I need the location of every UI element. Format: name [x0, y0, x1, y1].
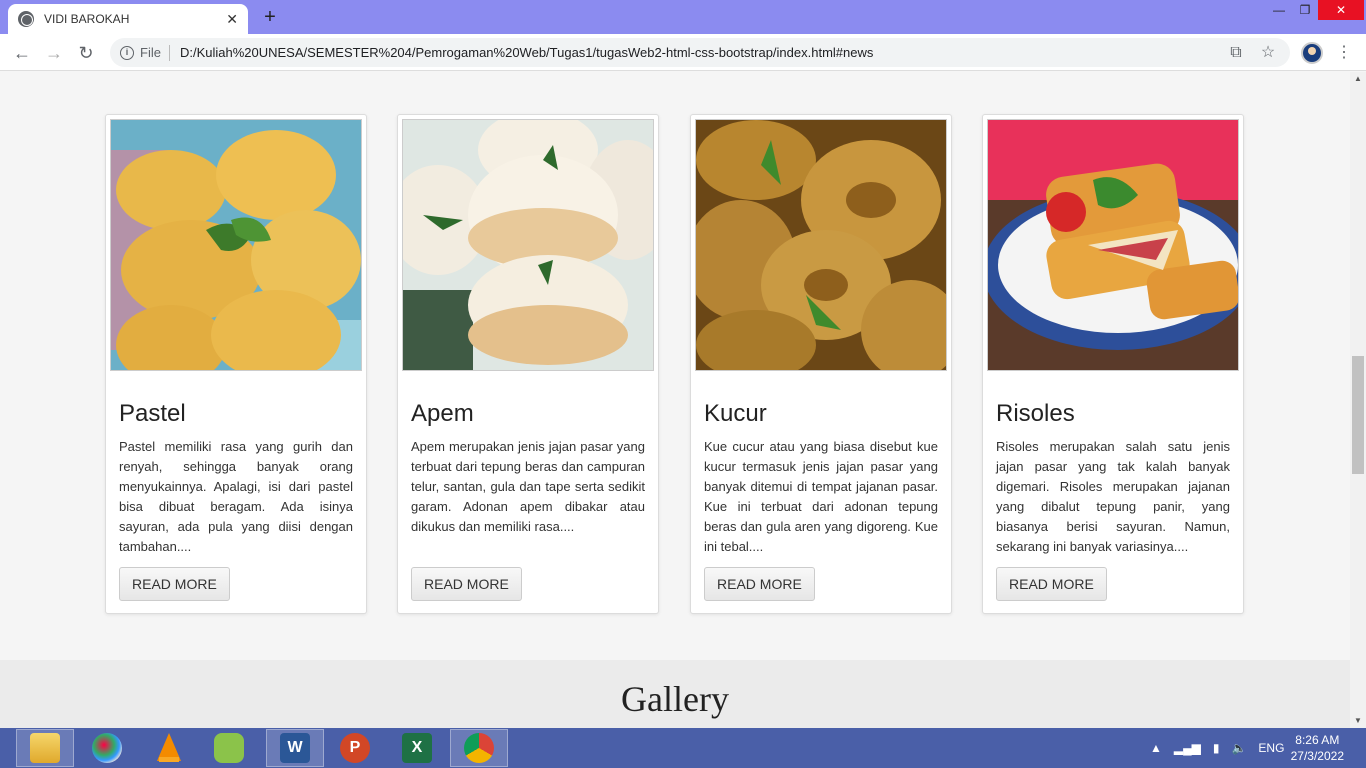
browser-titlebar: VIDI BAROKAH ✕ + — ❐ ✕	[0, 0, 1366, 34]
card-pastel: Pastel Pastel memiliki rasa yang gurih d…	[105, 114, 367, 614]
browser-tab[interactable]: VIDI BAROKAH ✕	[8, 4, 248, 34]
translate-icon[interactable]: ⧉	[1226, 43, 1246, 63]
file-explorer-icon[interactable]	[16, 729, 74, 767]
card-text: Risoles merupakan salah satu jenis jajan…	[996, 439, 1230, 554]
page-viewport: Pastel Pastel memiliki rasa yang gurih d…	[0, 72, 1350, 728]
powerpoint-icon[interactable]: P	[326, 729, 384, 767]
scrollbar[interactable]: ▲ ▼	[1350, 72, 1366, 728]
close-tab-icon[interactable]: ✕	[226, 11, 238, 28]
pastel-image	[110, 119, 362, 371]
paint-icon[interactable]	[78, 729, 136, 767]
clock-date: 27/3/2022	[1290, 749, 1344, 763]
minimize-button[interactable]: —	[1266, 0, 1292, 20]
tab-title: VIDI BAROKAH	[44, 12, 130, 26]
forward-button[interactable]: →	[42, 41, 66, 65]
card-title: Apem	[411, 400, 474, 427]
network-icon[interactable]: ▂▄▆	[1174, 741, 1201, 755]
read-more-button[interactable]: READ MORE	[996, 567, 1107, 601]
vlc-icon[interactable]	[140, 729, 198, 767]
volume-icon[interactable]: 🔈	[1231, 741, 1246, 755]
card-title: Kucur	[704, 400, 767, 427]
news-cards: Pastel Pastel memiliki rasa yang gurih d…	[105, 114, 1245, 614]
file-label: File	[140, 45, 161, 60]
info-icon[interactable]: i	[120, 45, 134, 60]
show-hidden-icons-icon[interactable]: ▲	[1150, 741, 1162, 755]
globe-icon	[18, 11, 34, 27]
gallery-section: Gallery	[0, 660, 1350, 728]
windows-taskbar: W P X ▲ ▂▄▆ ▮ 🔈 ENG 8:26 AM 27/3/2022	[0, 728, 1366, 768]
green-app-icon[interactable]	[200, 729, 258, 767]
divider	[168, 44, 170, 61]
card-risoles: Risoles Risoles merupakan salah satu jen…	[982, 114, 1244, 614]
read-more-button[interactable]: READ MORE	[119, 567, 230, 601]
card-text: Pastel memiliki rasa yang gurih dan reny…	[119, 439, 353, 554]
bookmark-star-icon[interactable]: ☆	[1258, 43, 1278, 63]
close-window-button[interactable]: ✕	[1318, 0, 1364, 20]
scrollbar-thumb[interactable]	[1352, 356, 1364, 474]
clock-time: 8:26 AM	[1295, 733, 1340, 747]
read-more-button[interactable]: READ MORE	[704, 567, 815, 601]
back-button[interactable]: ←	[10, 41, 34, 65]
chrome-icon[interactable]	[450, 729, 508, 767]
clock[interactable]: 8:26 AM 27/3/2022	[1291, 732, 1344, 764]
battery-icon[interactable]: ▮	[1213, 741, 1220, 755]
reload-button[interactable]: ↻	[74, 41, 98, 65]
restore-button[interactable]: ❐	[1292, 0, 1318, 20]
apem-image	[402, 119, 654, 371]
profile-avatar[interactable]	[1301, 42, 1323, 64]
address-bar[interactable]: i File D:/Kuliah%20UNESA/SEMESTER%204/Pe…	[110, 38, 1290, 67]
card-title: Pastel	[119, 400, 186, 427]
card-title: Risoles	[996, 400, 1075, 427]
excel-icon[interactable]: X	[388, 729, 446, 767]
browser-toolbar: ← → ↻ i File D:/Kuliah%20UNESA/SEMESTER%…	[0, 34, 1366, 71]
kucur-image	[695, 119, 947, 371]
system-tray: ▲ ▂▄▆ ▮ 🔈 ENG	[1150, 728, 1284, 768]
word-icon[interactable]: W	[266, 729, 324, 767]
card-text: Apem merupakan jenis jajan pasar yang te…	[411, 439, 645, 534]
language-indicator[interactable]: ENG	[1258, 741, 1284, 755]
new-tab-button[interactable]: +	[258, 6, 282, 30]
card-kucur: Kucur Kue cucur atau yang biasa disebut …	[690, 114, 952, 614]
menu-icon[interactable]: ⋮	[1336, 41, 1352, 65]
card-apem: Apem Apem merupakan jenis jajan pasar ya…	[397, 114, 659, 614]
scroll-down-icon[interactable]: ▼	[1350, 714, 1366, 728]
scroll-up-icon[interactable]: ▲	[1350, 72, 1366, 86]
read-more-button[interactable]: READ MORE	[411, 567, 522, 601]
gallery-title: Gallery	[621, 679, 729, 719]
risoles-image	[987, 119, 1239, 371]
url-text[interactable]: D:/Kuliah%20UNESA/SEMESTER%204/Pemrogama…	[180, 45, 1226, 60]
card-text: Kue cucur atau yang biasa disebut kue ku…	[704, 439, 938, 554]
